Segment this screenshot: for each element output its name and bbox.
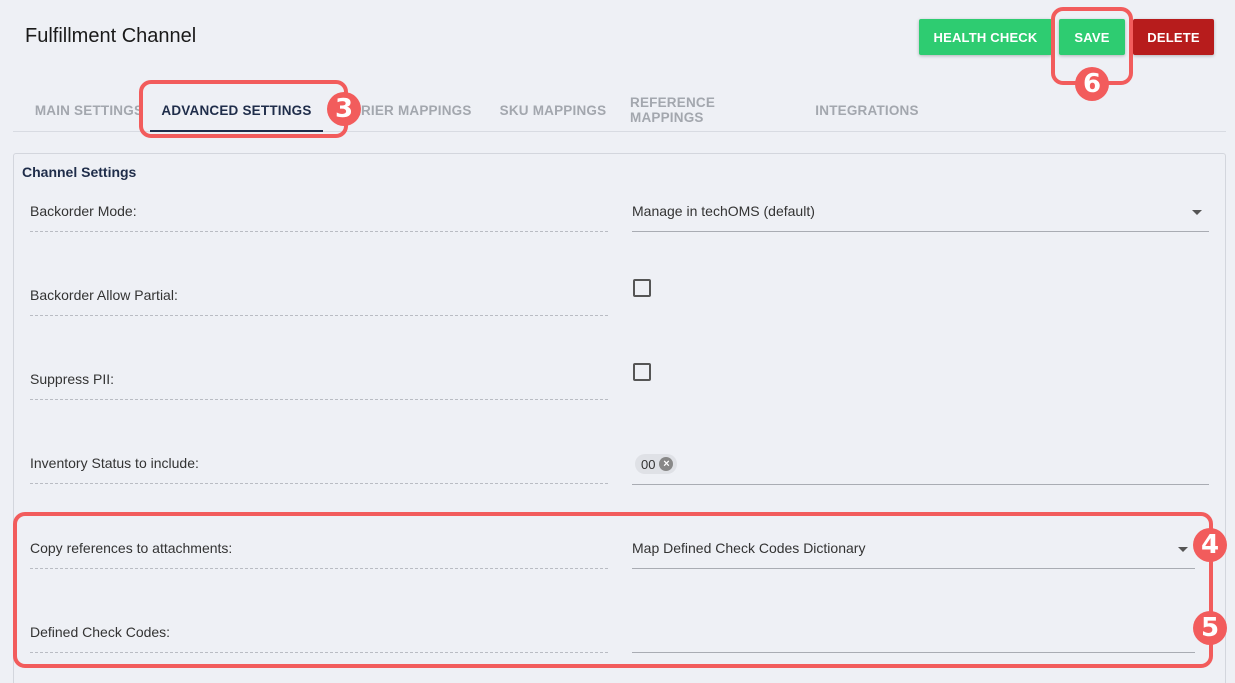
- channel-settings-title: Channel Settings: [22, 164, 137, 180]
- suppress-pii-label: Suppress PII:: [30, 371, 608, 400]
- highlight-check-codes-section: [13, 512, 1213, 668]
- delete-button[interactable]: DELETE: [1133, 19, 1214, 55]
- suppress-pii-checkbox[interactable]: [633, 363, 651, 381]
- backorder-mode-value: Manage in techOMS (default): [632, 203, 815, 219]
- chip-label: 00: [641, 456, 656, 472]
- tab-integrations[interactable]: INTEGRATIONS: [813, 88, 921, 132]
- chip-remove-icon[interactable]: ×: [659, 457, 674, 471]
- tab-sku-mappings[interactable]: SKU MAPPINGS: [495, 88, 611, 132]
- chevron-down-icon: [1192, 210, 1202, 215]
- step-badge-4: 4: [1193, 528, 1227, 562]
- tab-reference-mappings[interactable]: REFERENCE MAPPINGS: [630, 88, 792, 132]
- backorder-mode-select[interactable]: Manage in techOMS (default): [632, 203, 1209, 232]
- inventory-status-label: Inventory Status to include:: [30, 455, 608, 484]
- tab-carrier-mappings[interactable]: RRIER MAPPINGS: [351, 88, 473, 132]
- health-check-button[interactable]: HEALTH CHECK: [919, 19, 1052, 55]
- backorder-mode-label: Backorder Mode:: [30, 203, 608, 232]
- backorder-allow-partial-label: Backorder Allow Partial:: [30, 287, 608, 316]
- inventory-status-chip: 00 ×: [635, 454, 678, 474]
- inventory-status-field[interactable]: [632, 446, 1209, 485]
- step-badge-5: 5: [1193, 611, 1227, 645]
- step-badge-3: 3: [327, 92, 361, 126]
- page-title: Fulfillment Channel: [25, 25, 197, 47]
- step-badge-6: 6: [1075, 67, 1109, 101]
- backorder-allow-partial-checkbox[interactable]: [633, 279, 651, 297]
- tab-main-settings[interactable]: MAIN SETTINGS: [29, 88, 149, 132]
- highlight-advanced-settings: [139, 80, 348, 138]
